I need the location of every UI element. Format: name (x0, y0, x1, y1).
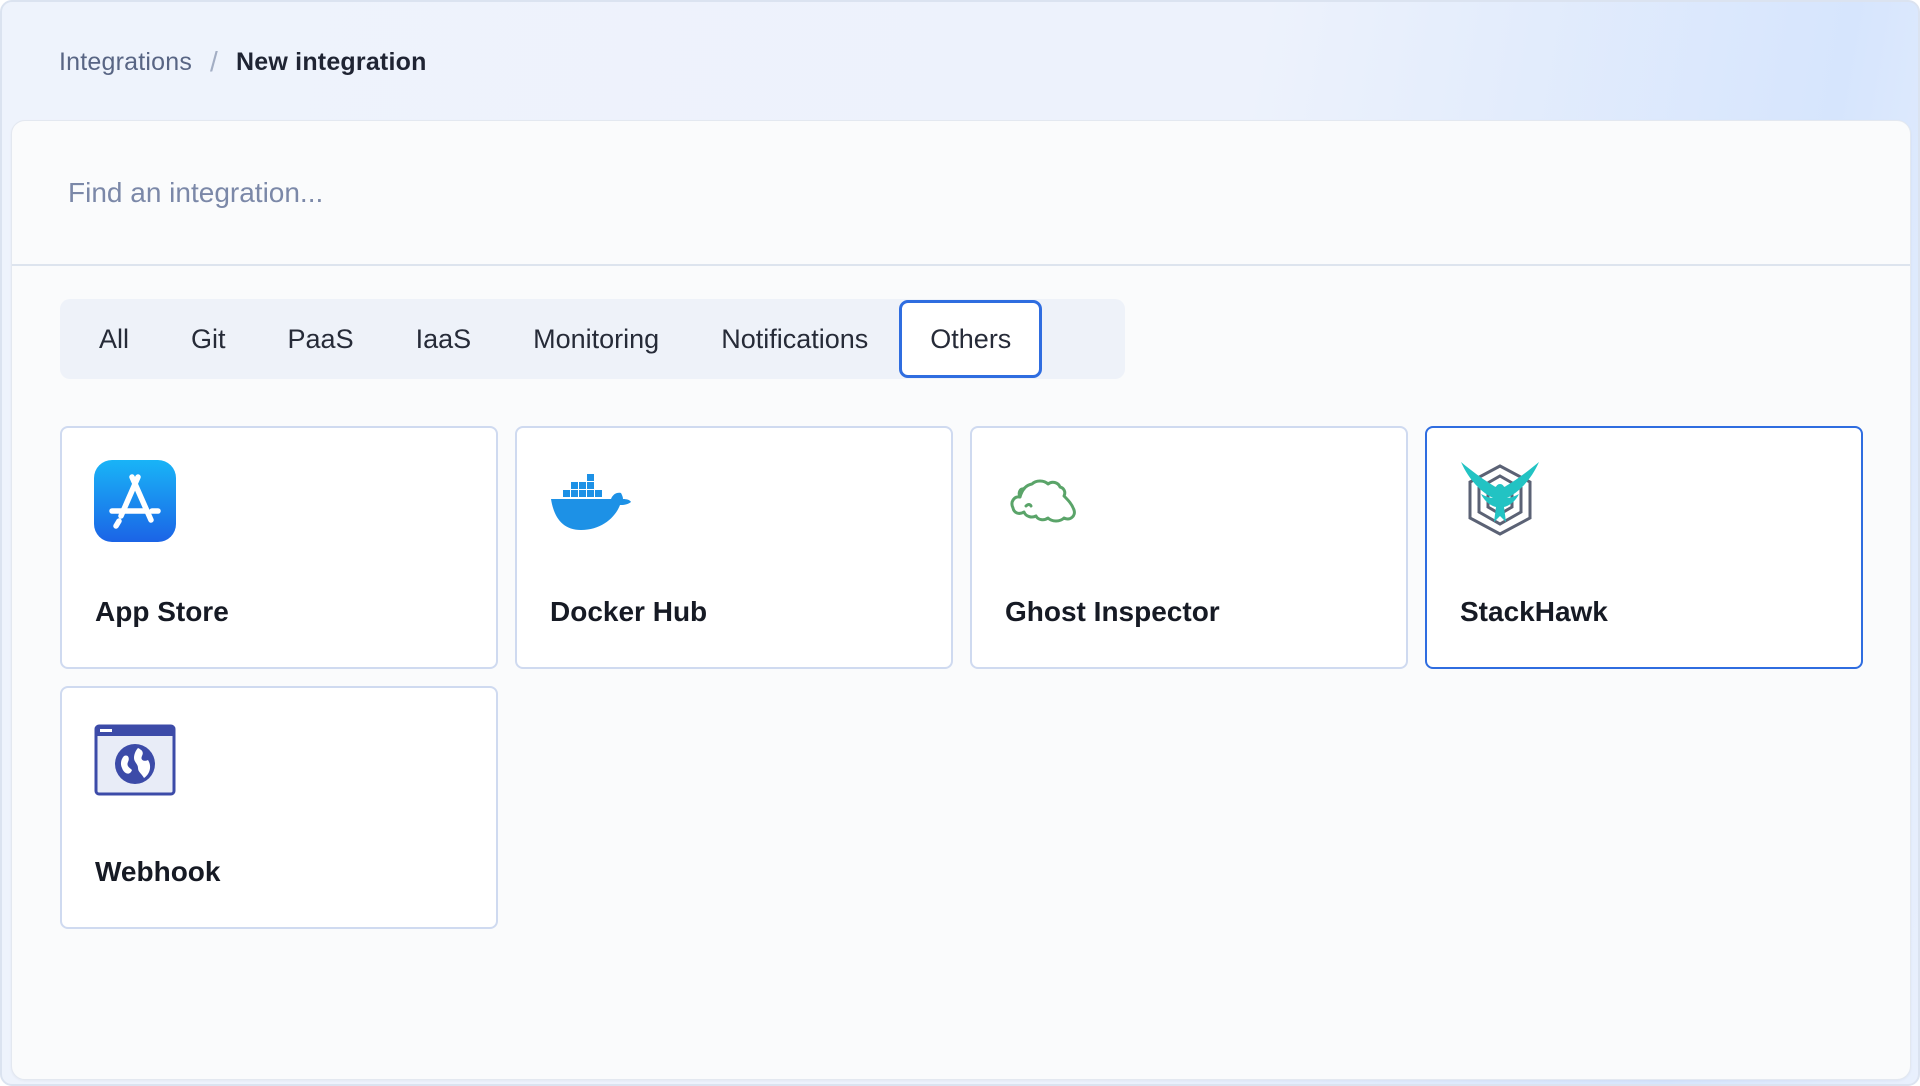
breadcrumb-integrations-link[interactable]: Integrations (59, 48, 192, 77)
breadcrumb-separator: / (210, 46, 219, 77)
integrations-panel: All Git PaaS IaaS Monitoring Notificatio… (11, 120, 1911, 1080)
page-frame: Integrations / New integration All Git P… (0, 0, 1920, 1086)
tab-git[interactable]: Git (160, 300, 257, 378)
docker-icon (549, 460, 631, 542)
integration-name: Ghost Inspector (1005, 596, 1220, 627)
search-input[interactable] (68, 163, 1768, 223)
breadcrumb: Integrations / New integration (59, 44, 427, 80)
integration-card-docker-hub[interactable]: Docker Hub (515, 426, 953, 669)
integration-card-webhook[interactable]: Webhook (60, 686, 498, 929)
stackhawk-icon (1459, 460, 1541, 542)
integration-card-app-store[interactable]: App Store (60, 426, 498, 669)
app-store-icon (94, 460, 176, 542)
search-area (12, 121, 1910, 266)
category-tabs: All Git PaaS IaaS Monitoring Notificatio… (60, 299, 1125, 379)
tab-monitoring[interactable]: Monitoring (502, 300, 690, 378)
integration-name: StackHawk (1460, 596, 1608, 627)
tab-iaas[interactable]: IaaS (385, 300, 503, 378)
tab-all[interactable]: All (68, 300, 160, 378)
tab-notifications[interactable]: Notifications (690, 300, 899, 378)
integration-name: Webhook (95, 856, 221, 887)
integration-card-ghost-inspector[interactable]: Ghost Inspector (970, 426, 1408, 669)
integration-name: App Store (95, 596, 229, 627)
tab-paas[interactable]: PaaS (257, 300, 385, 378)
ghost-icon (1004, 460, 1086, 542)
integration-card-stackhawk[interactable]: StackHawk (1425, 426, 1863, 669)
webhook-icon (94, 720, 176, 802)
tab-others[interactable]: Others (899, 300, 1043, 378)
integration-name: Docker Hub (550, 596, 708, 627)
breadcrumb-current: New integration (236, 47, 427, 76)
